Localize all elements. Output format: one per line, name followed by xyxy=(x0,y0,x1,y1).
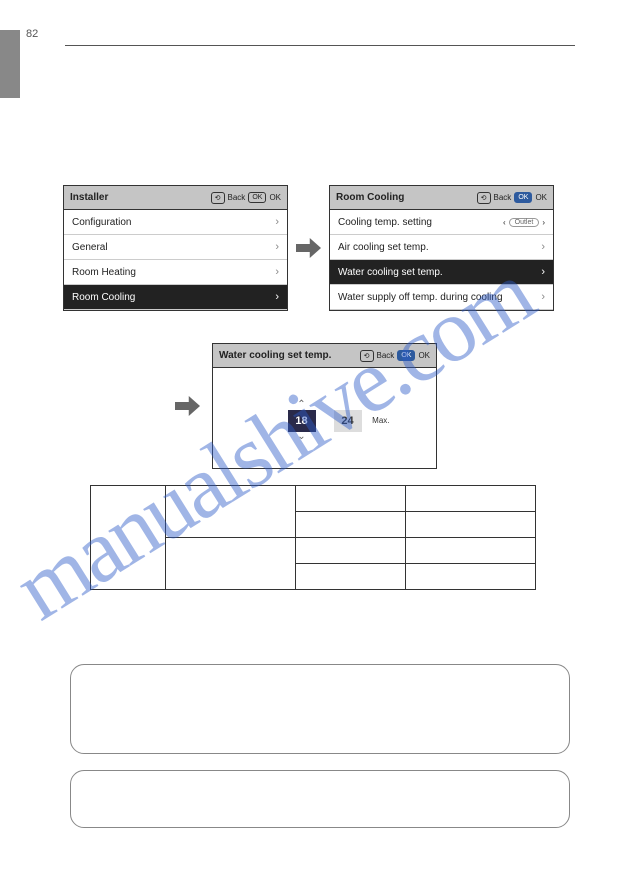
header-divider xyxy=(65,45,575,46)
panel-installer-title: Installer xyxy=(70,192,108,203)
info-box-note xyxy=(70,770,570,828)
row-label: Water supply off temp. during cooling xyxy=(338,292,503,303)
chevron-right-icon: › xyxy=(542,218,545,227)
data-table xyxy=(90,485,536,590)
panel-room-cooling-header: Room Cooling ⟲ Back OK OK xyxy=(330,186,553,210)
row-badge: ‹ Outlet › xyxy=(503,218,545,227)
back-icon[interactable]: ⟲ xyxy=(211,192,225,204)
panel-row-water-cooling[interactable]: Water cooling set temp. › xyxy=(330,260,553,285)
stepper-value-left: 18 xyxy=(288,410,316,432)
panel-row-room-cooling[interactable]: Room Cooling › xyxy=(64,285,287,310)
panels-row: Installer ⟲ Back OK OK Configuration › G… xyxy=(63,185,554,311)
panel-row-room-heating[interactable]: Room Heating › xyxy=(64,260,287,285)
table-row xyxy=(91,486,536,512)
arrow-right-icon xyxy=(296,238,321,258)
row-label: Air cooling set temp. xyxy=(338,242,429,253)
chevron-down-icon[interactable]: ⌄ xyxy=(297,432,305,442)
ok-label: OK xyxy=(535,193,547,202)
panel-installer: Installer ⟲ Back OK OK Configuration › G… xyxy=(63,185,288,311)
panel-water-cooling-set: Water cooling set temp. ⟲ Back OK OK ⌃ 1… xyxy=(212,343,437,469)
chevron-right-icon: › xyxy=(275,216,279,228)
chevron-right-icon: › xyxy=(275,241,279,253)
chevron-left-icon: ‹ xyxy=(503,218,506,227)
back-label: Back xyxy=(377,351,395,360)
back-label: Back xyxy=(228,193,246,202)
panel-center-body: ⌃ 18 ⌄ Max. ⌃ 24 ⌄ xyxy=(213,368,436,468)
panel-row-general[interactable]: General › xyxy=(64,235,287,260)
back-label: Back xyxy=(494,193,512,202)
info-box-caution xyxy=(70,664,570,754)
chevron-right-icon: › xyxy=(275,291,279,303)
panel-center-nav: ⟲ Back OK OK xyxy=(360,350,430,362)
row-label: Water cooling set temp. xyxy=(338,267,443,278)
ok-icon[interactable]: OK xyxy=(514,192,532,203)
back-icon[interactable]: ⟲ xyxy=(360,350,374,362)
badge-text: Outlet xyxy=(509,218,540,227)
chevron-up-icon[interactable]: ⌃ xyxy=(297,400,305,410)
stepper-left[interactable]: ⌃ 18 ⌄ xyxy=(288,400,316,442)
panel-row-air-cooling[interactable]: Air cooling set temp. › xyxy=(330,235,553,260)
side-tab xyxy=(0,30,20,98)
ok-label: OK xyxy=(418,351,430,360)
panel-room-cooling: Room Cooling ⟲ Back OK OK Cooling temp. … xyxy=(329,185,554,311)
back-icon[interactable]: ⟲ xyxy=(477,192,491,204)
arrow-right-icon xyxy=(175,396,200,416)
row-label: General xyxy=(72,242,108,253)
chevron-right-icon: › xyxy=(541,266,545,278)
page-number: 82 xyxy=(26,28,38,40)
row-label: Room Cooling xyxy=(72,292,135,303)
panel-installer-header: Installer ⟲ Back OK OK xyxy=(64,186,287,210)
ok-icon[interactable]: OK xyxy=(248,192,266,203)
row-label: Configuration xyxy=(72,217,131,228)
chevron-right-icon: › xyxy=(541,291,545,303)
stepper-right[interactable]: Max. ⌃ 24 ⌄ xyxy=(334,400,362,442)
panel-center-header: Water cooling set temp. ⟲ Back OK OK xyxy=(213,344,436,368)
ok-label: OK xyxy=(269,193,281,202)
panel-installer-nav: ⟲ Back OK OK xyxy=(211,192,281,204)
panel-row-cooling-temp-setting[interactable]: Cooling temp. setting ‹ Outlet › xyxy=(330,210,553,235)
row-label: Room Heating xyxy=(72,267,136,278)
max-label: Max. xyxy=(372,416,389,425)
row-label: Cooling temp. setting xyxy=(338,217,432,228)
ok-icon[interactable]: OK xyxy=(397,350,415,361)
panel-room-cooling-nav: ⟲ Back OK OK xyxy=(477,192,547,204)
panel-row-configuration[interactable]: Configuration › xyxy=(64,210,287,235)
chevron-right-icon: › xyxy=(541,241,545,253)
panel-row-water-supply-off[interactable]: Water supply off temp. during cooling › xyxy=(330,285,553,310)
panel-center-wrap: Water cooling set temp. ⟲ Back OK OK ⌃ 1… xyxy=(175,343,437,469)
stepper-value-right: 24 xyxy=(334,410,362,432)
panel-center-title: Water cooling set temp. xyxy=(219,350,331,361)
panel-room-cooling-title: Room Cooling xyxy=(336,192,404,203)
chevron-right-icon: › xyxy=(275,266,279,278)
